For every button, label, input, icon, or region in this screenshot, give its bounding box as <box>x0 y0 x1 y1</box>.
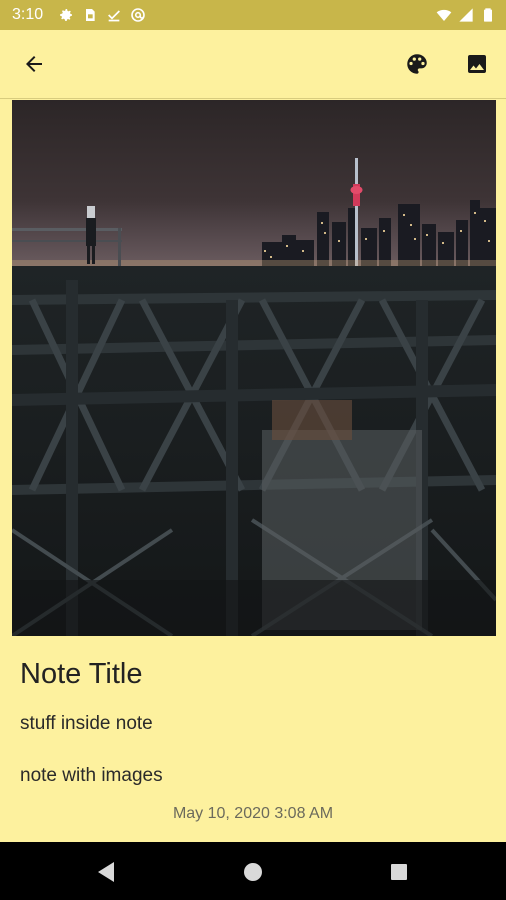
at-sign-icon <box>131 8 145 22</box>
wifi-icon <box>436 9 452 21</box>
nav-home-button[interactable] <box>233 852 273 892</box>
status-system-icons <box>436 7 496 23</box>
cityscape-bridge-photo <box>12 100 496 636</box>
note-date: May 10, 2020 3:08 AM <box>172 805 334 822</box>
color-palette-button[interactable] <box>395 42 439 86</box>
signal-icon <box>459 8 473 22</box>
nav-back-button[interactable] <box>86 852 126 892</box>
palette-icon <box>407 54 427 74</box>
status-notification-icons <box>58 7 146 23</box>
image-icon <box>468 55 486 73</box>
recents-square-icon <box>391 864 407 880</box>
download-done-icon <box>108 10 120 22</box>
back-triangle-icon <box>98 862 114 882</box>
battery-icon <box>484 8 492 22</box>
settings-icon <box>60 9 72 21</box>
note-image[interactable] <box>12 100 496 636</box>
note-body-line: stuff inside note <box>20 713 153 734</box>
nav-recents-button[interactable] <box>379 852 419 892</box>
back-button[interactable] <box>12 42 56 86</box>
note-body-line: note with images <box>20 765 163 786</box>
app-bar <box>0 30 506 99</box>
arrow-left-icon <box>26 56 42 72</box>
add-image-button[interactable] <box>455 42 499 86</box>
sim-icon <box>86 9 95 21</box>
status-bar: 3:10 <box>0 0 506 30</box>
status-time: 3:10 <box>12 6 44 23</box>
note-body[interactable]: stuff inside note note with images <box>20 711 480 815</box>
home-circle-icon <box>244 863 262 881</box>
system-nav-bar <box>0 842 506 900</box>
note-title[interactable]: Note Title <box>20 658 143 691</box>
